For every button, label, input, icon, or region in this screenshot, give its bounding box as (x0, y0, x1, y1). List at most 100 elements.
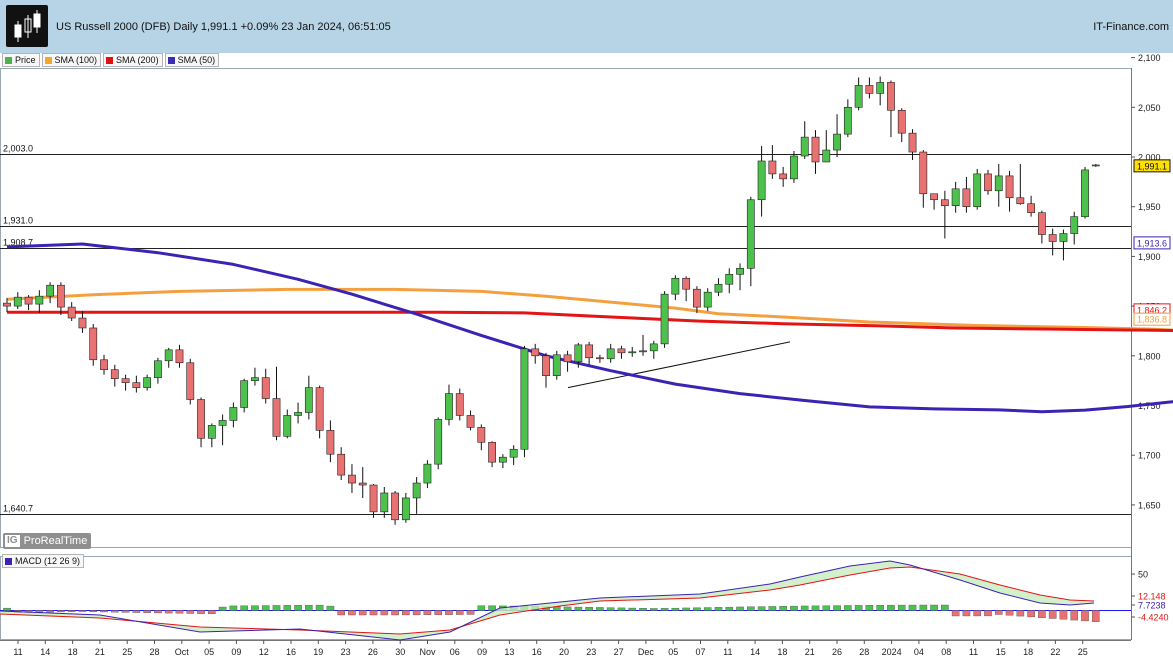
macd-histogram-bar (876, 605, 884, 611)
candle-body (455, 393, 464, 416)
candle-body (1070, 216, 1079, 234)
candle-body (800, 136, 809, 157)
y-tick-label: 1,650 (1138, 500, 1161, 510)
macd-tick-label: 50 (1138, 570, 1148, 580)
macd-histogram-bar (57, 610, 65, 613)
candle-body (24, 296, 33, 305)
x-tick-label: 28 (149, 647, 159, 657)
candle-body (272, 398, 281, 437)
candle-body (649, 343, 658, 352)
candle-body (175, 349, 184, 364)
candle-body (908, 132, 917, 153)
macd-histogram-bar (887, 604, 895, 611)
macd-histogram-bar (800, 605, 809, 611)
x-tick-label: 11 (13, 647, 22, 657)
macd-histogram-bar (1016, 610, 1025, 617)
candle-body (940, 199, 949, 207)
candle-body (1027, 203, 1035, 213)
candle-body (563, 354, 572, 363)
candle-body (423, 463, 432, 484)
macd-histogram-bar (132, 610, 141, 613)
candle-body (951, 188, 960, 207)
macd-histogram-bar (714, 607, 723, 611)
macd-histogram-bar (477, 605, 486, 611)
candle-body (412, 482, 421, 499)
macd-histogram-bar (930, 604, 938, 611)
x-tick-label: 18 (68, 647, 78, 657)
x-tick-label: 18 (777, 647, 787, 657)
x-tick-label: 11 (969, 647, 978, 657)
macd-histogram-bar (563, 606, 572, 611)
x-tick-label: Oct (175, 647, 190, 657)
macd-legend-item[interactable]: MACD (12 26 9) (2, 554, 85, 568)
candle-body (930, 193, 938, 201)
x-tick-label: 13 (504, 647, 514, 657)
macd-histogram-bar (315, 604, 324, 611)
macd-histogram-bar (596, 607, 604, 611)
candle-body (121, 378, 130, 383)
macd-histogram-bar (854, 605, 863, 611)
macd-histogram-bar (984, 610, 992, 617)
chart-canvas: 2,1002,0502,0001,9501,9001,8501,8001,750… (0, 53, 1173, 657)
macd-histogram-bar (78, 610, 87, 612)
y-tick-label: 1,900 (1138, 252, 1161, 262)
candle-body (854, 85, 863, 108)
candle-body (67, 306, 76, 319)
x-tick-label: 08 (941, 647, 951, 657)
candle-body (154, 360, 162, 378)
x-tick-label: 26 (368, 647, 378, 657)
candle-body (919, 151, 928, 195)
candle-body (811, 136, 820, 163)
x-tick-label: 16 (532, 647, 542, 657)
candle-body (552, 354, 561, 376)
level-label: 1,931.0 (3, 216, 33, 226)
x-tick-label: 27 (614, 647, 624, 657)
candle-body (218, 420, 227, 426)
candle-body (337, 453, 346, 476)
macd-histogram-bar (1081, 610, 1089, 622)
candle-body (973, 173, 982, 207)
macd-histogram-bar (1005, 610, 1014, 616)
macd-histogram-bar (89, 610, 98, 612)
candle-body (488, 441, 496, 463)
macd-histogram-bar (671, 607, 680, 611)
candle-body (617, 348, 626, 354)
price-panel (0, 68, 1132, 548)
candle-body (100, 359, 108, 371)
x-tick-label: 14 (40, 647, 50, 657)
macd-histogram-bar (1070, 610, 1079, 621)
macd-histogram-bar (326, 605, 335, 611)
macd-histogram-bar (833, 605, 841, 611)
x-tick-label: 21 (805, 647, 815, 657)
macd-histogram-bar (240, 605, 248, 611)
level-label: 1,640.7 (3, 504, 33, 514)
macd-histogram-bar (229, 605, 238, 611)
candle-body (574, 344, 583, 363)
candle-body (13, 296, 22, 307)
candle-body (207, 425, 216, 439)
candle-body (466, 415, 475, 428)
x-tick-label: 23 (586, 647, 596, 657)
macd-histogram-bar (100, 610, 108, 613)
candle-body (434, 419, 443, 465)
candle-body (822, 149, 831, 163)
x-tick-label: Nov (419, 647, 436, 657)
macd-histogram-bar (639, 608, 647, 611)
candle-body (703, 291, 712, 308)
candle-body (56, 284, 65, 308)
x-tick-label: 15 (996, 647, 1006, 657)
candle-body (391, 492, 399, 521)
candle-body (984, 173, 992, 192)
watermark-text: ProRealTime (23, 535, 88, 547)
macd-histogram-bar (919, 604, 928, 611)
macd-histogram-bar (305, 604, 313, 611)
macd-histogram-bar (337, 610, 345, 616)
x-tick-label: 21 (95, 647, 105, 657)
x-tick-label: Dec (638, 647, 655, 657)
ig-logo-icon: IG (5, 535, 20, 547)
x-tick-label: 22 (1050, 647, 1060, 657)
candle-body (1081, 169, 1089, 217)
candle-body (294, 412, 302, 416)
candle-body (304, 387, 313, 413)
x-tick-label: 25 (1078, 647, 1088, 657)
